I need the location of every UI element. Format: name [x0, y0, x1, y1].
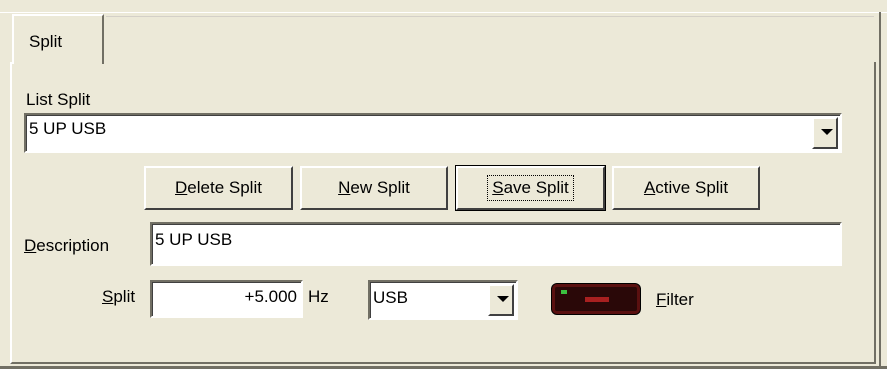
description-input[interactable]: 5 UP USB [150, 222, 842, 266]
focus-rect: Save Split [487, 175, 574, 201]
list-split-label: List Split [26, 90, 91, 109]
list-split-dropdown-button[interactable] [812, 117, 838, 149]
window-top-border [0, 0, 887, 13]
save-split-button[interactable]: Save Split [455, 165, 606, 211]
delete-split-button[interactable]: Delete Split [144, 166, 293, 210]
new-split-button[interactable]: New Split [300, 166, 448, 210]
mode-select[interactable]: USB [368, 280, 518, 320]
mode-dropdown-button[interactable] [488, 284, 514, 316]
split-label: Split [102, 287, 136, 306]
split-unit-label: Hz [308, 287, 329, 306]
list-split-combobox[interactable]: 5 UP USB [24, 113, 842, 153]
tab-split-label: Split [29, 32, 63, 51]
led-glint [561, 290, 567, 294]
tab-split[interactable]: Split [12, 14, 104, 64]
tab-strip-background [106, 16, 874, 63]
led-bar [585, 297, 609, 302]
description-value: 5 UP USB [155, 230, 233, 249]
filter-led-indicator[interactable] [552, 284, 640, 314]
filter-label: Filter [656, 290, 694, 309]
window-right-border [879, 12, 881, 369]
split-offset-input[interactable]: +5.000 [150, 280, 303, 318]
chevron-down-icon [821, 129, 833, 135]
chevron-down-icon [497, 296, 509, 302]
list-split-value: 5 UP USB [29, 119, 107, 138]
split-offset-value: +5.000 [244, 287, 297, 306]
active-split-button[interactable]: Active Split [612, 166, 760, 210]
mode-value: USB [373, 288, 408, 307]
description-label: Description [24, 236, 110, 255]
